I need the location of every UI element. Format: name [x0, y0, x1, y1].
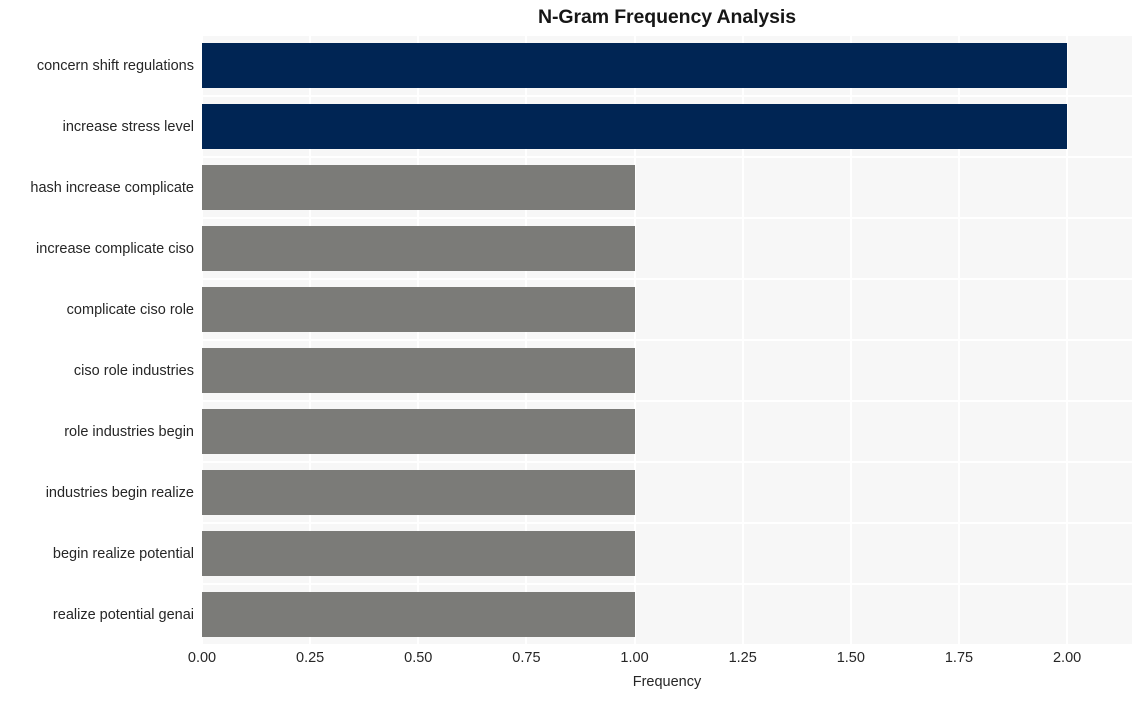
- bar: [202, 43, 1068, 88]
- gridline-horizontal: [202, 217, 1132, 219]
- bar: [202, 470, 635, 515]
- y-axis-tick-label: begin realize potential: [52, 545, 194, 562]
- x-axis-tick-label: 0.50: [404, 650, 433, 666]
- gridline-horizontal: [202, 522, 1132, 524]
- bar: [202, 348, 635, 393]
- gridline-horizontal: [202, 156, 1132, 158]
- x-axis-title: Frequency: [632, 674, 702, 690]
- y-axis-tick-label: increase stress level: [62, 118, 194, 135]
- x-axis-tick-label: 2.00: [1052, 650, 1082, 666]
- y-axis-tick-label: ciso role industries: [73, 362, 194, 379]
- bar: [202, 409, 635, 454]
- bar: [202, 226, 635, 271]
- x-axis-tick-label: 0.00: [187, 650, 217, 666]
- bar: [202, 104, 1068, 149]
- x-axis-tick-labels: 0.00 0.25 0.50 0.75 1.00 1.25 1.50 1.75 2.00: [0, 650, 1142, 670]
- x-axis-tick-label: 1.50: [836, 650, 865, 666]
- plot-area: [202, 35, 1132, 645]
- bar: [202, 165, 635, 210]
- bar: [202, 531, 635, 576]
- y-axis-tick-label: industries begin realize: [45, 484, 194, 501]
- bar: [202, 287, 635, 332]
- chart-figure: N-Gram Frequency Analysis concern shift …: [0, 0, 1142, 701]
- gridline-horizontal: [202, 278, 1132, 280]
- x-axis-tick-label: 0.75: [512, 650, 541, 666]
- y-axis-tick-label: role industries begin: [64, 423, 194, 440]
- gridline-horizontal: [202, 35, 1132, 36]
- gridline-horizontal: [202, 400, 1132, 402]
- y-axis-tick-label: complicate ciso role: [66, 301, 194, 318]
- x-axis-tick-label: 1.00: [620, 650, 649, 666]
- gridline-horizontal: [202, 339, 1132, 341]
- y-axis-tick-label: increase complicate ciso: [36, 240, 194, 257]
- gridline-horizontal: [202, 461, 1132, 463]
- y-axis-tick-labels: concern shift regulations increase stress…: [0, 35, 194, 645]
- gridline-horizontal: [202, 644, 1132, 645]
- y-axis-tick-label: hash increase complicate: [30, 179, 194, 196]
- chart-title: N-Gram Frequency Analysis: [538, 6, 796, 28]
- bar: [202, 592, 635, 637]
- x-axis-tick-label: 1.25: [728, 650, 757, 666]
- x-axis-tick-label: 0.25: [296, 650, 325, 666]
- y-axis-tick-label: realize potential genai: [52, 606, 194, 623]
- x-axis-tick-label: 1.75: [944, 650, 974, 666]
- y-axis-tick-label: concern shift regulations: [36, 57, 194, 74]
- gridline-horizontal: [202, 95, 1132, 97]
- gridline-horizontal: [202, 583, 1132, 585]
